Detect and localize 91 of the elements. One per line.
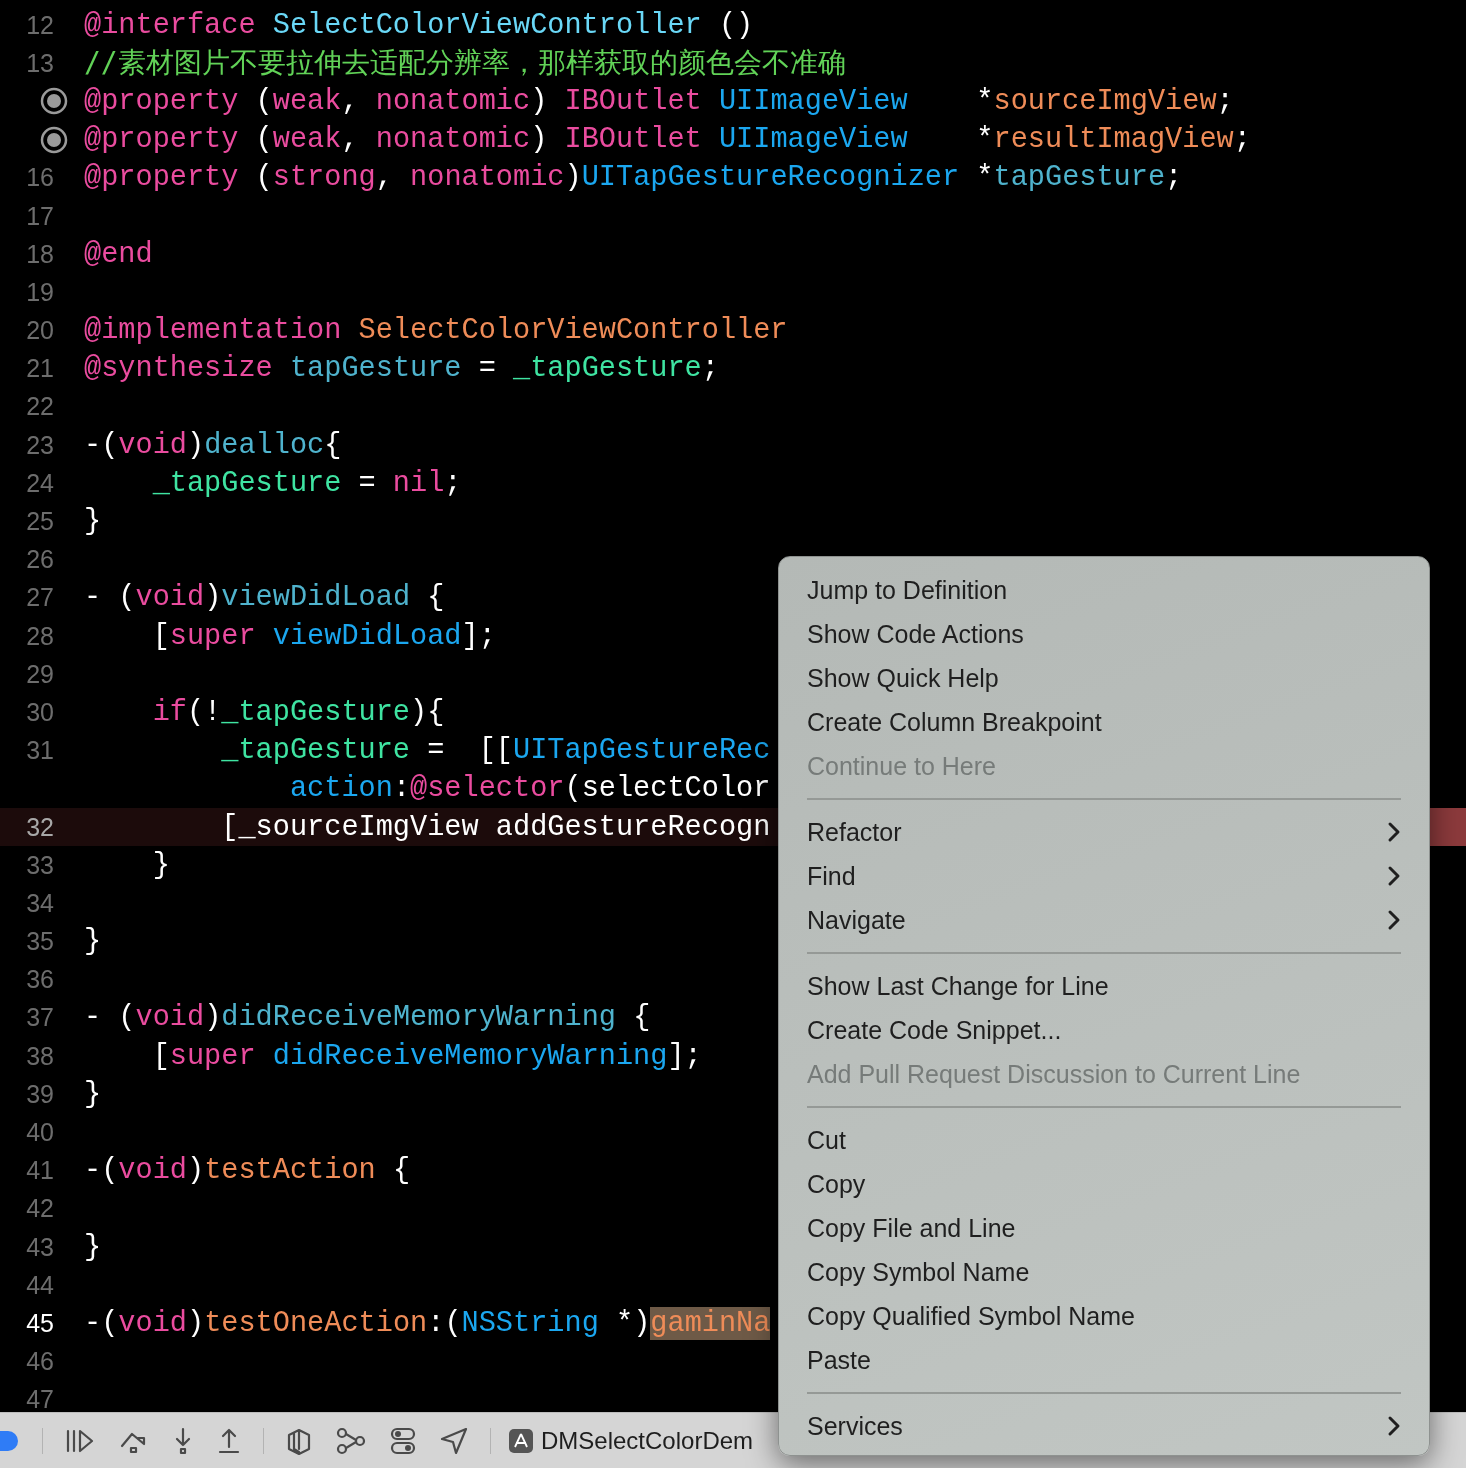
menu-item[interactable]: Jump to Definition [807, 568, 1401, 612]
menu-item[interactable]: Find [807, 854, 1401, 898]
menu-item[interactable]: Cut [807, 1118, 1401, 1162]
menu-item[interactable]: Create Code Snippet... [807, 1008, 1401, 1052]
menu-item[interactable]: Show Code Actions [807, 612, 1401, 656]
code-line: _tapGesture = [[UITapGestureRec [221, 734, 771, 768]
code-line: @end [84, 237, 153, 271]
code-line: [_sourceImgView addGestureRecogn [221, 810, 771, 844]
menu-item[interactable]: Show Quick Help [807, 656, 1401, 700]
line-number: 38 [26, 1041, 54, 1071]
line-number: 22 [26, 392, 54, 422]
outlet-connected-icon[interactable] [40, 87, 68, 116]
menu-item[interactable]: Refactor [807, 810, 1401, 854]
menu-item[interactable]: Paste [807, 1338, 1401, 1382]
menu-item[interactable]: Create Column Breakpoint [807, 700, 1401, 744]
line-number: 23 [26, 430, 54, 460]
code-line: @property (weak, nonatomic) IBOutlet UIImageView *resultImagView; [84, 123, 1251, 157]
menu-item[interactable]: Show Last Change for Line [807, 964, 1401, 1008]
line-number: 44 [26, 1270, 54, 1300]
graph-icon[interactable] [336, 1426, 366, 1455]
code-line: } [84, 1230, 102, 1264]
code-line: action:@selector(selectColor [289, 772, 771, 806]
code-line: [super didReceiveMemoryWarning]; [152, 1039, 702, 1073]
code-line: [super viewDidLoad]; [152, 619, 496, 653]
code-line: @property (weak, nonatomic) IBOutlet UIImageView *sourceImgView; [84, 84, 1234, 118]
menu-item[interactable]: Copy Symbol Name [807, 1250, 1401, 1294]
menu-item[interactable]: Navigate [807, 898, 1401, 942]
line-number: 21 [26, 354, 54, 384]
code-line: } [152, 848, 170, 882]
line-number: 18 [26, 239, 54, 269]
line-number: 31 [26, 736, 54, 766]
line-number: 13 [26, 48, 54, 78]
line-number: 33 [26, 850, 54, 880]
line-number: 46 [26, 1347, 54, 1377]
step-out-icon[interactable] [217, 1426, 241, 1455]
code-line: } [84, 925, 102, 959]
code-line: - (void)viewDidLoad { [84, 581, 445, 615]
line-number: 35 [26, 927, 54, 957]
breakpoints-toggle[interactable] [0, 1430, 18, 1451]
line-number: 25 [26, 507, 54, 537]
code-line: _tapGesture = nil; [152, 466, 462, 500]
code-line: //素材图片不要拉伸去适配分辨率，那样获取的颜色会不准确 [84, 45, 846, 82]
outlet-connected-icon[interactable] [40, 125, 68, 154]
step-into-icon[interactable] [173, 1426, 193, 1455]
line-number: 17 [26, 201, 54, 231]
line-number: 30 [26, 697, 54, 727]
line-number: 32 [26, 812, 54, 842]
line-number: 40 [26, 1118, 54, 1148]
line-number: 43 [26, 1232, 54, 1262]
line-number: 19 [26, 277, 54, 307]
line-number: 36 [26, 965, 54, 995]
code-line: @property (strong, nonatomic)UITapGestureRecognizer *tapGesture; [84, 161, 1183, 195]
chevron-right-icon [1387, 909, 1401, 931]
continue-icon[interactable] [65, 1427, 95, 1454]
code-line: @synthesize tapGesture = _tapGesture; [84, 352, 719, 386]
line-number: 45 [26, 1308, 54, 1338]
line-number: 24 [26, 468, 54, 498]
line-number: 37 [26, 1003, 54, 1033]
chevron-right-icon [1387, 821, 1401, 843]
menu-item[interactable]: Copy Qualified Symbol Name [807, 1294, 1401, 1338]
line-number: 41 [26, 1156, 54, 1186]
app-icon [509, 1428, 533, 1453]
line-number: 39 [26, 1079, 54, 1109]
chevron-right-icon [1387, 865, 1401, 887]
chevron-right-icon [1387, 1415, 1401, 1437]
menu-item[interactable]: Copy File and Line [807, 1206, 1401, 1250]
code-line: @implementation SelectColorViewController [84, 314, 788, 348]
code-line: } [84, 1077, 102, 1111]
line-number: 12 [26, 10, 54, 40]
location-arrow-icon[interactable] [440, 1426, 468, 1455]
code-line: - (void)didReceiveMemoryWarning { [84, 1001, 651, 1035]
line-number: 34 [26, 888, 54, 918]
menu-item[interactable]: Services [807, 1404, 1401, 1448]
scheme-name[interactable]: DMSelectColorDem [541, 1426, 754, 1455]
toggles-icon[interactable] [390, 1426, 416, 1455]
code-line: if(!_tapGesture){ [152, 695, 445, 729]
line-number: 20 [26, 316, 54, 346]
layers-icon[interactable] [286, 1426, 312, 1455]
code-line: } [84, 505, 102, 539]
code-line: -(void)testAction { [84, 1154, 411, 1188]
line-number: 27 [26, 583, 54, 613]
code-line: -(void)dealloc{ [84, 428, 342, 462]
line-number: 42 [26, 1194, 54, 1224]
line-number: 28 [26, 621, 54, 651]
code-line: -(void)testOneAction:(NSString *)gaminNa [84, 1306, 771, 1340]
code-line: @interface SelectColorViewController () [84, 8, 754, 42]
menu-item[interactable]: Copy [807, 1162, 1401, 1206]
line-number: 29 [26, 659, 54, 689]
line-number: 47 [26, 1385, 54, 1412]
line-number: 26 [26, 545, 54, 575]
line-number: 16 [26, 163, 54, 193]
